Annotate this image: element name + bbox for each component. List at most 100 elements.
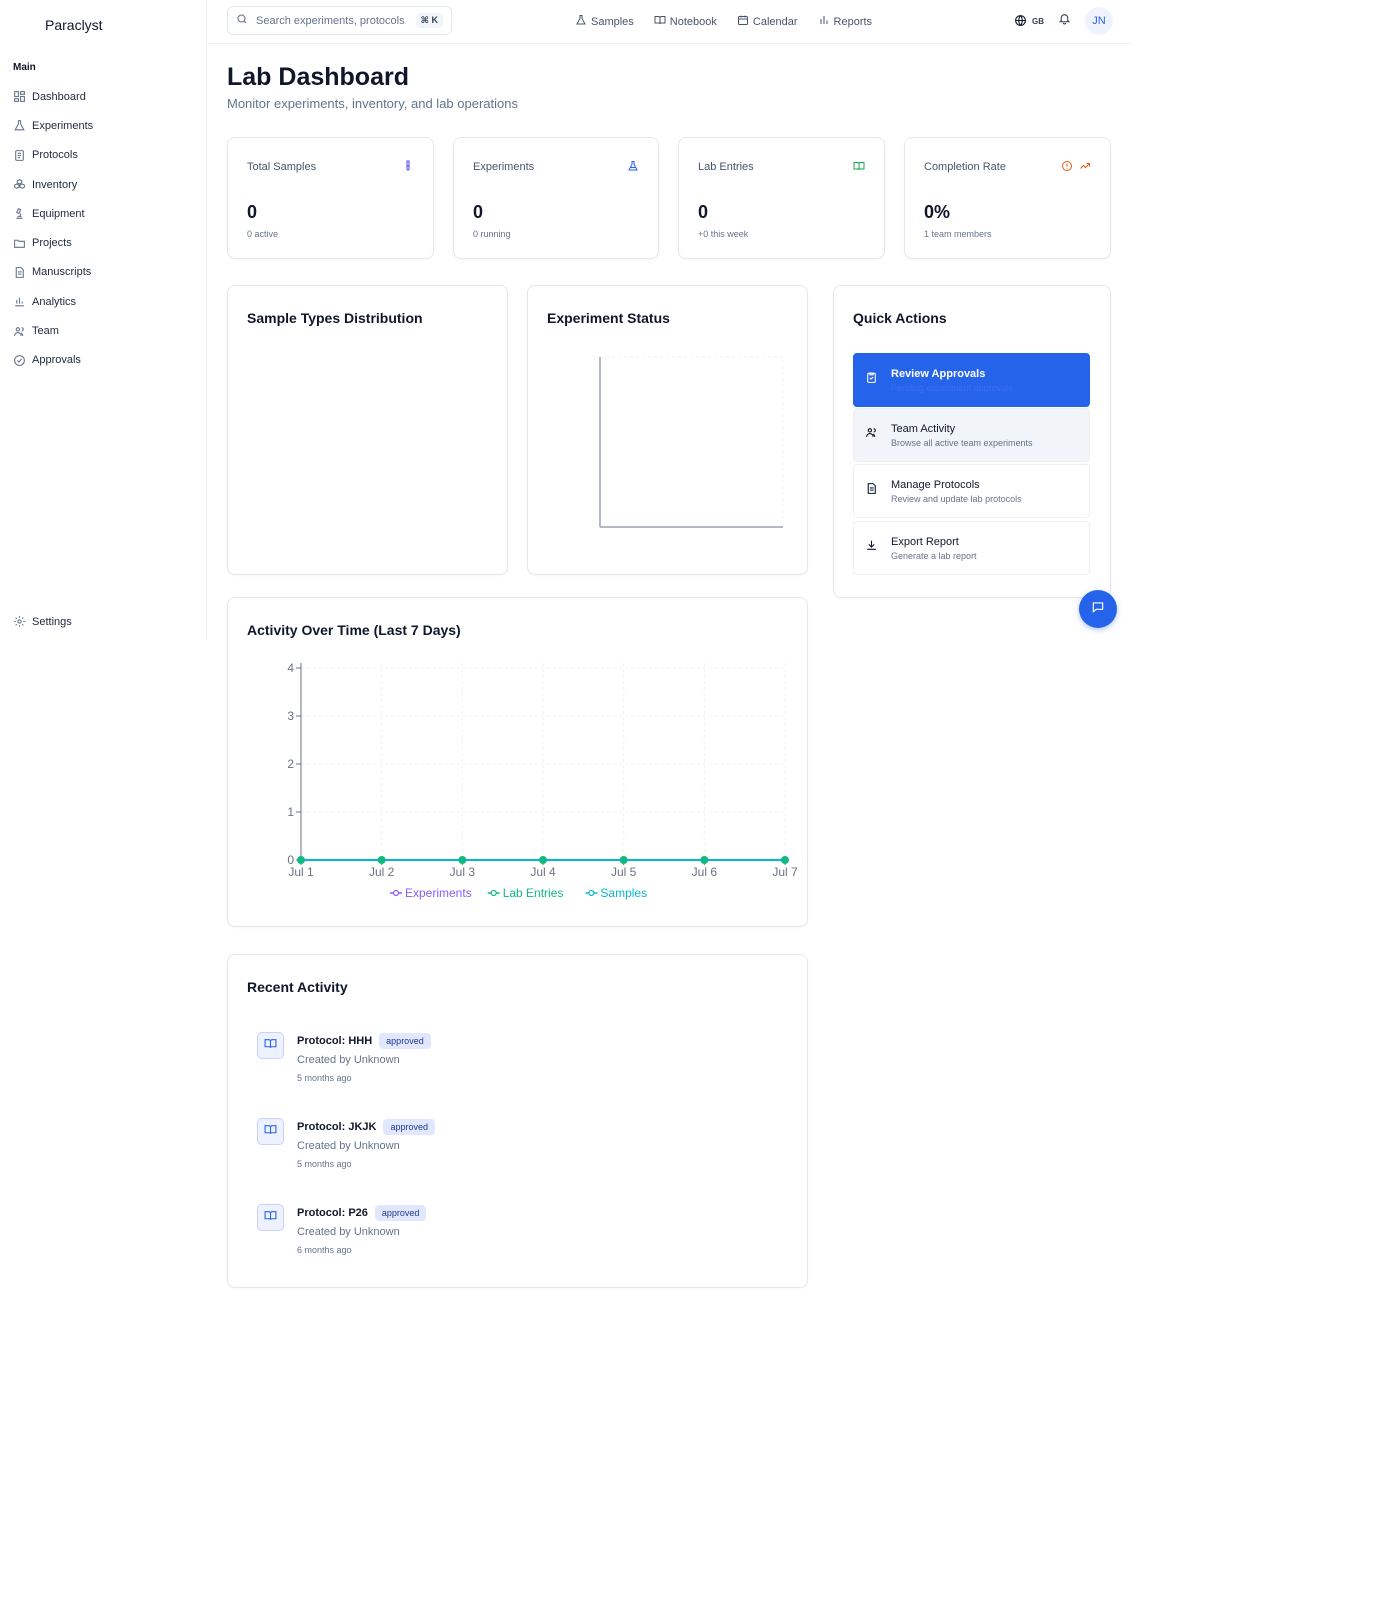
topnav-label: Calendar — [752, 15, 798, 28]
panel-title: Quick Actions — [853, 310, 947, 326]
x-tick-label: Jul 2 — [369, 865, 395, 879]
experiment-status-chart — [599, 356, 784, 528]
y-tick-label: 2 — [287, 757, 294, 771]
sidebar-item-label: Settings — [32, 615, 72, 628]
bell-icon — [1058, 12, 1071, 29]
chat-button[interactable] — [1079, 590, 1117, 628]
dashboard-icon — [13, 90, 26, 103]
sidebar-item-analytics[interactable]: Analytics — [13, 287, 198, 316]
sidebar-nav: Dashboard Experiments Protocols Inventor… — [13, 82, 198, 375]
search-input[interactable] — [256, 14, 406, 27]
document-icon — [865, 482, 891, 500]
stat-label: Experiments — [473, 161, 535, 173]
brand-logo[interactable]: Paraclyst — [45, 17, 103, 33]
activity-time: 5 months ago — [297, 1159, 352, 1169]
check-circle-icon — [13, 354, 26, 367]
topnav-calendar[interactable]: Calendar — [737, 14, 798, 29]
sidebar-item-label: Approvals — [32, 354, 81, 367]
sidebar-item-team[interactable]: Team — [13, 316, 198, 345]
avatar[interactable]: JN — [1085, 7, 1113, 35]
sidebar-item-experiments[interactable]: Experiments — [13, 111, 198, 140]
sidebar-item-approvals[interactable]: Approvals — [13, 346, 198, 375]
y-tick-label: 3 — [287, 709, 294, 723]
data-point — [539, 856, 547, 864]
book-icon — [654, 14, 670, 29]
trending-up-icon — [1079, 159, 1091, 177]
data-point — [297, 856, 305, 864]
activity-time: 5 months ago — [297, 1073, 352, 1083]
language-code: GB — [1032, 16, 1044, 26]
folder-icon — [13, 237, 26, 250]
stat-value: 0 — [473, 202, 484, 222]
quick-action-title: Team Activity — [891, 422, 956, 435]
activity-title: Protocol: JKJK — [297, 1121, 377, 1133]
activity-time: 6 months ago — [297, 1245, 352, 1255]
sidebar-item-dashboard[interactable]: Dashboard — [13, 82, 198, 111]
quick-action-desc: Review and update lab protocols — [891, 493, 1022, 504]
users-icon — [865, 426, 891, 444]
search-box[interactable]: ⌘ K — [227, 6, 452, 35]
stat-label: Total Samples — [247, 161, 317, 173]
topnav-notebook[interactable]: Notebook — [654, 14, 717, 29]
sidebar-item-inventory[interactable]: Inventory — [13, 170, 198, 199]
data-point — [781, 856, 789, 864]
topnav-reports[interactable]: Reports — [818, 14, 873, 29]
topbar: ⌘ K Samples Notebook Calendar Reports GB… — [207, 0, 1131, 44]
calendar-icon — [737, 14, 753, 29]
top-right-controls: GB JN — [1014, 7, 1113, 35]
sidebar-item-label: Team — [32, 325, 59, 338]
download-icon — [865, 539, 891, 557]
book-icon — [264, 1209, 277, 1227]
stat-card-experiments: Experiments 0 0 running — [453, 137, 659, 259]
x-tick-label: Jul 1 — [288, 865, 314, 879]
stat-label: Completion Rate — [924, 161, 1006, 173]
topnav-label: Reports — [833, 15, 873, 28]
alert-circle-icon — [1061, 159, 1073, 177]
sidebar-item-protocols[interactable]: Protocols — [13, 141, 198, 170]
panel-title: Sample Types Distribution — [247, 310, 423, 326]
chart-grid — [599, 356, 784, 528]
activity-chart-panel: Activity Over Time (Last 7 Days) 0 1 2 3 4 Ju… — [227, 597, 808, 927]
quick-action-title: Manage Protocols — [891, 478, 980, 491]
sidebar-item-label: Protocols — [32, 149, 78, 162]
globe-icon — [1014, 14, 1027, 29]
activity-title: Protocol: P26 — [297, 1207, 368, 1219]
book-icon — [264, 1123, 277, 1141]
search-icon — [236, 12, 248, 30]
data-point — [458, 856, 467, 864]
panel-title: Recent Activity — [247, 979, 348, 995]
topnav-label: Notebook — [669, 15, 717, 28]
quick-action-title: Export Report — [891, 535, 959, 548]
export-report-button[interactable]: Export Report Generate a lab report — [853, 521, 1090, 575]
sidebar-item-label: Analytics — [32, 295, 77, 308]
review-approvals-button[interactable]: Review Approvals Pending experiment appro… — [853, 353, 1090, 407]
quick-action-desc: Browse all active team experiments — [891, 437, 1033, 448]
legend-marker — [588, 889, 595, 897]
legend-marker — [392, 889, 400, 897]
gear-icon — [13, 615, 26, 628]
notifications-button[interactable] — [1058, 12, 1071, 30]
activity-author: Created by Unknown — [297, 1226, 400, 1238]
flask-icon — [13, 119, 26, 132]
status-badge: approved — [374, 1205, 427, 1221]
sidebar-item-projects[interactable]: Projects — [13, 228, 198, 257]
manage-protocols-button[interactable]: Manage Protocols Review and update lab pr… — [853, 464, 1090, 518]
topnav-samples[interactable]: Samples — [575, 14, 634, 29]
quick-actions-panel: Quick Actions Review Approvals Pending ex… — [833, 285, 1111, 598]
legend-label: Lab Entries — [503, 886, 564, 900]
sidebar-item-settings[interactable]: Settings — [13, 607, 72, 636]
language-switcher[interactable]: GB — [1014, 14, 1044, 29]
microscope-icon — [13, 207, 26, 220]
x-tick-label: Jul 6 — [692, 865, 718, 879]
status-badge: approved — [379, 1033, 431, 1049]
sidebar-item-manuscripts[interactable]: Manuscripts — [13, 258, 198, 287]
sidebar: Paraclyst Main Dashboard Experiments Pro… — [0, 0, 207, 640]
team-activity-button[interactable]: Team Activity Browse all active team expe… — [853, 408, 1090, 462]
boxes-icon — [13, 178, 26, 191]
document-icon — [13, 149, 26, 162]
page-subtitle: Monitor experiments, inventory, and lab … — [227, 96, 518, 111]
legend-label: Experiments — [405, 886, 472, 900]
sidebar-item-equipment[interactable]: Equipment — [13, 199, 198, 228]
legend-marker — [490, 889, 497, 897]
recent-activity-panel: Recent Activity Protocol: HHH approved Cr… — [227, 954, 808, 1288]
